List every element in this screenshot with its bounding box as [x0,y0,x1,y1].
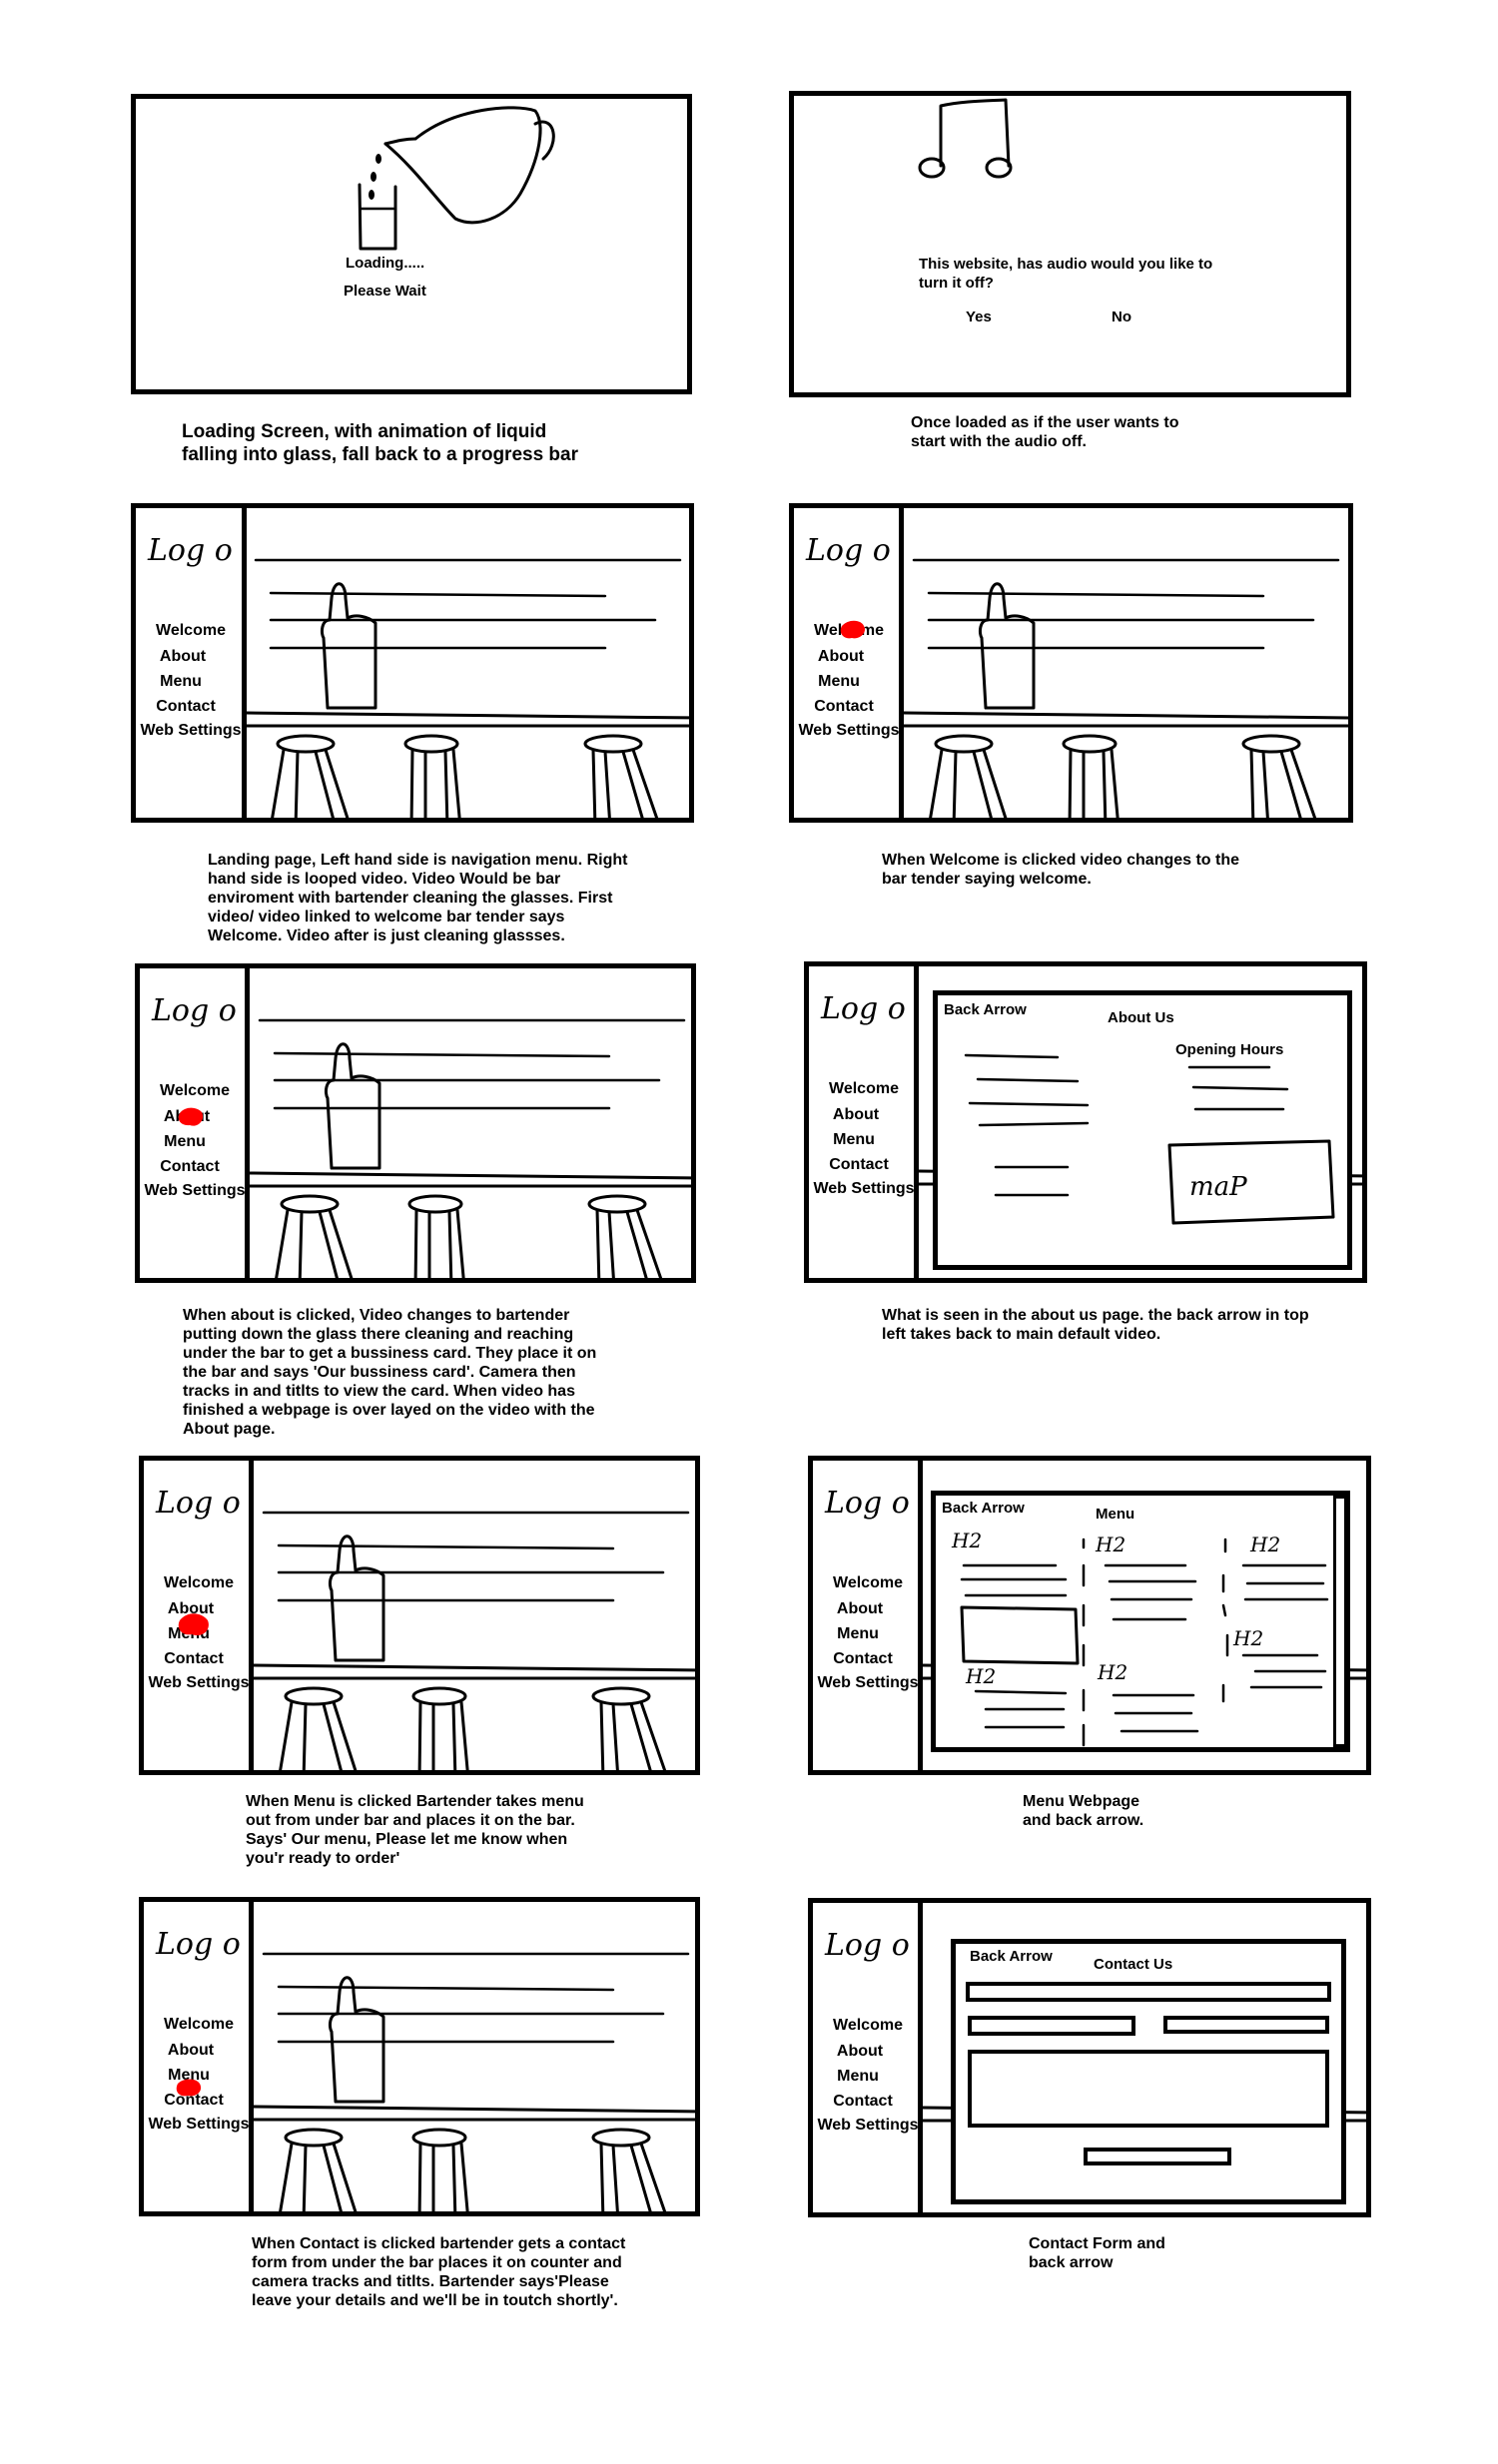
audio-question: This website, has audio would you like t… [919,256,1213,292]
nav-welcome[interactable]: Welcome [813,1574,923,1592]
svg-text:Log o: Log o [824,1928,910,1963]
h2-label: H2 [1232,1626,1263,1650]
landing-frame: Log o Welcome About Menu Contact Web Set… [131,503,694,823]
audio-yes-button[interactable]: Yes [966,308,992,325]
welcome-caption: When Welcome is clicked video changes to… [882,852,1240,888]
menu-click-frame: Log o Welcome About Menu Contact Web Set… [139,1456,700,1775]
menu-scrollbar[interactable] [1333,1496,1347,1747]
loading-text: Loading..... [346,255,425,272]
audio-prompt-frame: This website, has audio would you like t… [789,91,1351,397]
h2-label: H2 [1097,1660,1127,1684]
h2-label: H2 [1095,1533,1125,1556]
contact-submit-button[interactable] [1084,2148,1231,2165]
nav-web-settings[interactable]: Web Settings [136,722,246,740]
contact-field-full[interactable] [966,1982,1331,2002]
nav-about[interactable]: About [813,2043,915,2061]
nav-welcome[interactable]: Welcome [813,2017,923,2035]
menu-page-caption: Menu Webpage and back arrow. [1023,1793,1144,1829]
svg-text:Log o: Log o [824,1486,910,1521]
nav-about[interactable]: About [136,648,238,666]
landing-caption: Landing page, Left hand side is navigati… [208,852,628,944]
nav-web-settings[interactable]: Web Settings [809,1180,919,1198]
contact-overlay: Back Arrow Contact Us [951,1939,1346,2204]
nav-about[interactable]: About [809,1106,911,1124]
click-marker [178,1107,204,1126]
click-marker [840,620,866,639]
please-wait-text: Please Wait [344,283,426,300]
loading-caption: Loading Screen, with animation of liquid… [182,421,578,465]
music-note-icon [918,98,1013,179]
nav-welcome[interactable]: Welcome [136,622,246,640]
nav-about[interactable]: About [813,1600,915,1618]
nav-menu[interactable]: Menu [809,1131,909,1149]
svg-text:Log o: Log o [147,533,233,568]
about-overlay: Back Arrow About Us Opening Hours maP [933,990,1352,1270]
menu-click-caption: When Menu is clicked Bartender takes men… [246,1793,584,1867]
nav-menu[interactable]: Menu [813,1625,913,1643]
map-label: maP [1189,1172,1247,1202]
loading-screen-frame: Loading..... Please Wait [131,94,692,394]
h2-label: H2 [1249,1533,1280,1556]
contact-message-area[interactable] [968,2050,1329,2128]
nav-contact[interactable]: Contact [136,698,241,716]
about-click-caption: When about is clicked, Video changes to … [183,1307,597,1438]
h2-label: H2 [951,1529,982,1552]
nav-contact[interactable]: Contact [813,2093,918,2111]
nav-menu[interactable]: Menu [136,673,236,691]
pouring-jug-sketch [358,106,555,251]
about-page-frame: Log o Welcome About Menu Contact Web Set… [804,961,1367,1283]
back-arrow-link[interactable]: Back Arrow [970,1948,1053,1965]
contact-page-frame: Log o Welcome About Menu Contact Web Set… [808,1898,1371,2217]
about-page-caption: What is seen in the about us page. the b… [882,1307,1309,1343]
welcome-frame: Log o Welcome About Menu Contact Web Set… [789,503,1353,823]
contact-click-frame: Log o Welcome About Menu Contact Web Set… [139,1897,700,2216]
menu-overlay: Back Arrow Menu H2 H2 H2 H2 H2 H2 [931,1491,1350,1752]
menu-content-sketch: H2 H2 H2 H2 H2 H2 [951,1529,1329,1747]
audio-caption: Once loaded as if the user wants to star… [911,414,1179,450]
contact-title: Contact Us [1094,1956,1173,1973]
click-marker [176,2079,202,2097]
contact-page-caption: Contact Form and back arrow [1029,2235,1165,2271]
nav-web-settings[interactable]: Web Settings [813,2117,923,2135]
nav-web-settings[interactable]: Web Settings [813,1674,923,1692]
nav-menu[interactable]: Menu [813,2068,913,2086]
click-marker [178,1613,209,1636]
contact-field-left[interactable] [968,2016,1135,2036]
nav-contact[interactable]: Contact [813,1650,918,1668]
about-click-frame: Log o Welcome About Menu Contact Web Set… [135,963,696,1283]
nav-welcome[interactable]: Welcome [809,1080,919,1098]
contact-field-right[interactable] [1163,2016,1329,2034]
about-text-lines: maP [964,1053,1335,1225]
audio-no-button[interactable]: No [1112,308,1131,325]
contact-click-caption: When Contact is clicked bartender gets a… [252,2235,626,2309]
menu-page-frame: Log o Welcome About Menu Contact Web Set… [808,1456,1371,1775]
h2-label: H2 [965,1664,996,1688]
nav-contact[interactable]: Contact [809,1156,914,1174]
svg-text:Log o: Log o [820,991,906,1026]
